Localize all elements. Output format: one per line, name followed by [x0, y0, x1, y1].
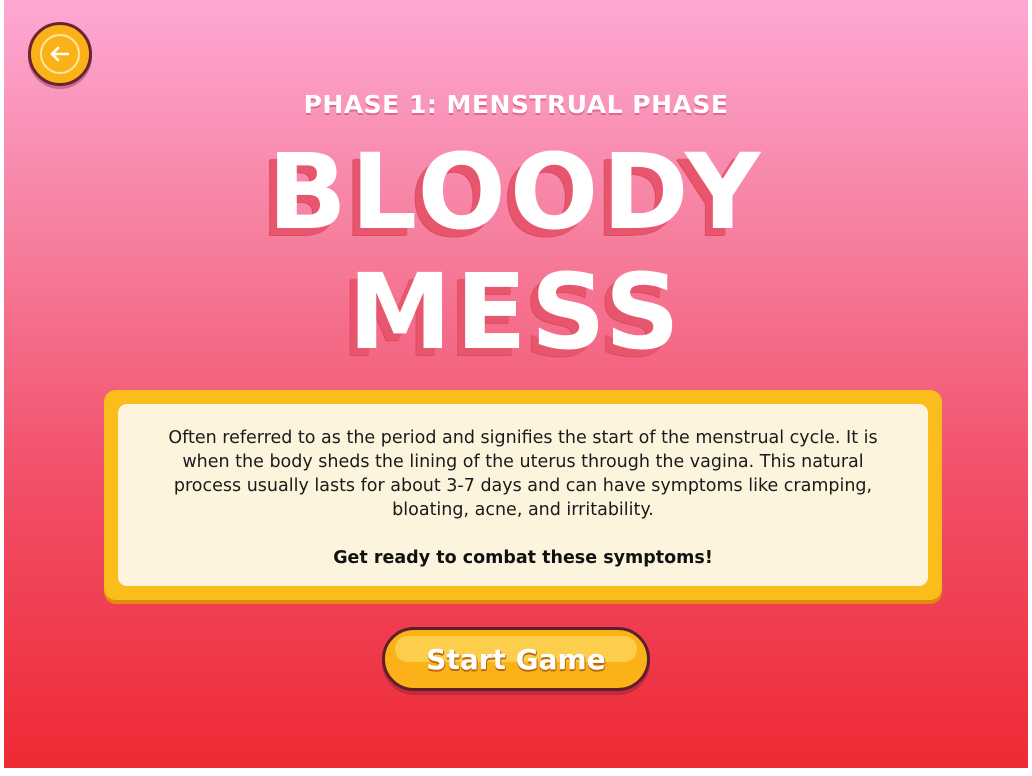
game-intro-screen: PHASE 1: MENSTRUAL PHASE BLOODY MESS Oft… — [4, 0, 1028, 768]
phase-description: Often referred to as the period and sign… — [168, 428, 878, 520]
title-line-bloody: BLOODY — [267, 131, 765, 253]
symptoms-callout: Get ready to combat these symptoms! — [333, 548, 713, 568]
arrow-left-icon — [50, 46, 70, 62]
start-game-label: Start Game — [426, 642, 606, 676]
back-button-ring — [40, 34, 80, 74]
info-panel-content: Often referred to as the period and sign… — [118, 404, 928, 586]
phase-label: PHASE 1: MENSTRUAL PHASE — [303, 90, 729, 119]
start-game-button[interactable]: Start Game — [382, 627, 650, 691]
back-button[interactable] — [28, 22, 92, 86]
info-panel: Often referred to as the period and sign… — [104, 390, 942, 600]
title-line-mess: MESS — [348, 251, 684, 373]
